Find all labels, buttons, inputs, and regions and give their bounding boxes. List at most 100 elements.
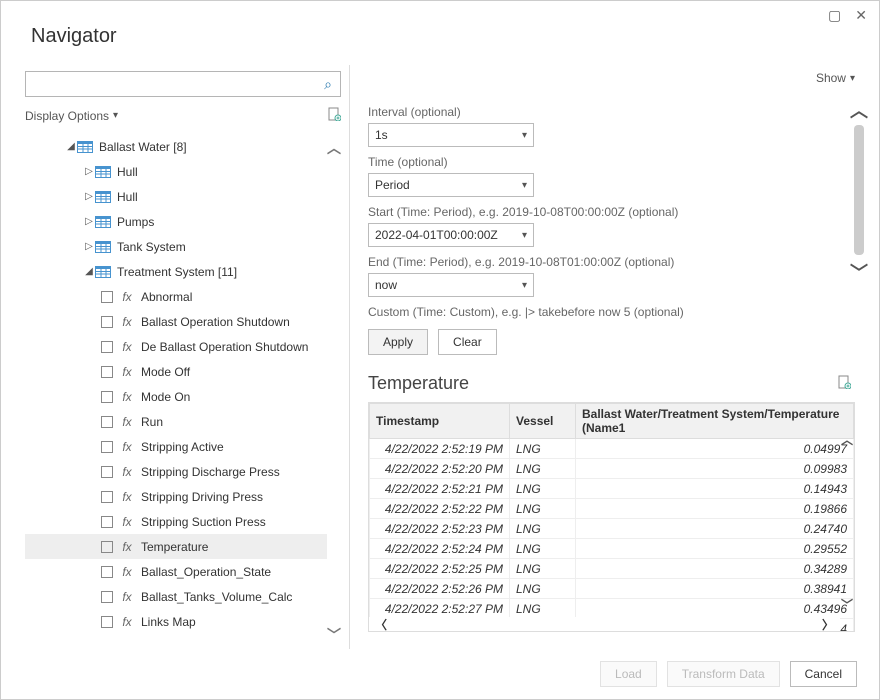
table-row[interactable]: 4/22/2022 2:52:22 PMLNG0.19866 bbox=[370, 499, 854, 519]
tree-item-abnormal[interactable]: fxAbnormal bbox=[25, 284, 327, 309]
table-row[interactable]: 4/22/2022 2:52:19 PMLNG0.04997 bbox=[370, 439, 854, 459]
tree-label: Hull bbox=[117, 165, 138, 179]
scroll-up-icon[interactable]: ︿ bbox=[850, 97, 868, 123]
tree-item-tank-system[interactable]: ▷ Tank System bbox=[25, 234, 327, 259]
scroll-up-icon[interactable]: ︿ bbox=[327, 138, 341, 158]
tree-item-stripping-discharge-press[interactable]: fx Stripping Discharge Press bbox=[25, 459, 327, 484]
clear-button[interactable]: Clear bbox=[438, 329, 497, 355]
caret-down-icon[interactable]: ◢ bbox=[83, 266, 95, 277]
chevron-down-icon: ▾ bbox=[113, 110, 118, 121]
refresh-icon[interactable] bbox=[837, 373, 851, 394]
cancel-button[interactable]: Cancel bbox=[790, 661, 857, 687]
new-page-icon[interactable] bbox=[327, 107, 341, 124]
tree-item-stripping-suction-press[interactable]: fxStripping Suction Press bbox=[25, 509, 327, 534]
checkbox[interactable] bbox=[101, 416, 113, 428]
table-icon bbox=[95, 166, 111, 178]
close-icon[interactable]: ✕ bbox=[855, 7, 867, 24]
maximize-icon[interactable]: ▢ bbox=[828, 7, 841, 24]
tree-item-mode-on[interactable]: fxMode On bbox=[25, 384, 327, 409]
load-button[interactable]: Load bbox=[600, 661, 657, 687]
cell-vessel: LNG bbox=[510, 439, 576, 459]
tree-label: Treatment System [11] bbox=[117, 265, 237, 279]
table-row[interactable]: 4/22/2022 2:52:23 PMLNG0.24740 bbox=[370, 519, 854, 539]
cell-value: 0.38941 bbox=[576, 579, 854, 599]
caret-right-icon[interactable]: ▷ bbox=[83, 216, 95, 227]
tree-item-temperature[interactable]: fxTemperature bbox=[25, 534, 327, 559]
tree-item-links-map[interactable]: fxLinks Map bbox=[25, 609, 327, 634]
fx-icon: fx bbox=[119, 315, 135, 329]
col-temperature[interactable]: Ballast Water/Treatment System/Temperatu… bbox=[576, 404, 854, 439]
interval-combo[interactable]: 1s ▾ bbox=[368, 123, 534, 147]
checkbox[interactable] bbox=[101, 541, 113, 553]
table-row[interactable]: 4/22/2022 2:52:20 PMLNG0.09983 bbox=[370, 459, 854, 479]
tree-item-run[interactable]: fxRun bbox=[25, 409, 327, 434]
table-row[interactable]: 4/22/2022 2:52:26 PMLNG0.38941 bbox=[370, 579, 854, 599]
display-options-dropdown[interactable]: Display Options ▾ bbox=[25, 109, 118, 123]
apply-button[interactable]: Apply bbox=[368, 329, 428, 355]
scroll-right-icon[interactable]: 〉 bbox=[822, 616, 834, 633]
checkbox[interactable] bbox=[101, 366, 113, 378]
tree-item-root[interactable]: ◢ Ballast Water [8] bbox=[25, 134, 327, 159]
custom-label: Custom (Time: Custom), e.g. |> takebefor… bbox=[368, 305, 855, 319]
caret-right-icon[interactable]: ▷ bbox=[83, 191, 95, 202]
tree-label: Stripping Discharge Press bbox=[141, 465, 280, 479]
dialog-footer: Load Transform Data Cancel bbox=[600, 661, 857, 687]
cell-timestamp: 4/22/2022 2:52:25 PM bbox=[370, 559, 510, 579]
caret-right-icon[interactable]: ▷ bbox=[83, 166, 95, 177]
tree-label: Tank System bbox=[117, 240, 186, 254]
search-input[interactable]: ⌕ bbox=[25, 71, 341, 97]
checkbox[interactable] bbox=[101, 441, 113, 453]
checkbox[interactable] bbox=[101, 341, 113, 353]
checkbox[interactable] bbox=[101, 516, 113, 528]
table-row[interactable]: 4/22/2022 2:52:25 PMLNG0.34289 bbox=[370, 559, 854, 579]
tree-item-ballast-tanks-volume-calc[interactable]: fxBallast_Tanks_Volume_Calc bbox=[25, 584, 327, 609]
table-icon bbox=[95, 216, 111, 228]
checkbox[interactable] bbox=[101, 291, 113, 303]
checkbox[interactable] bbox=[101, 566, 113, 578]
start-combo[interactable]: 2022-04-01T00:00:00Z ▾ bbox=[368, 223, 534, 247]
show-dropdown[interactable]: Show ▾ bbox=[368, 71, 855, 85]
transform-data-button[interactable]: Transform Data bbox=[667, 661, 780, 687]
tree-item-hull-2[interactable]: ▷ Hull bbox=[25, 184, 327, 209]
cell-timestamp: 4/22/2022 2:52:24 PM bbox=[370, 539, 510, 559]
scroll-down-icon[interactable]: ﹀ bbox=[327, 625, 341, 645]
search-icon[interactable]: ⌕ bbox=[316, 76, 340, 93]
tree-item-mode-off[interactable]: fxMode Off bbox=[25, 359, 327, 384]
table-row[interactable]: 4/22/2022 2:52:27 PMLNG0.43496 bbox=[370, 599, 854, 619]
main: ⌕ Display Options ▾ ◢ Ballast Water [8] bbox=[25, 65, 855, 649]
tree-scrollbar[interactable]: ︿ ﹀ bbox=[327, 134, 341, 649]
table-row[interactable]: 4/22/2022 2:52:21 PMLNG0.14943 bbox=[370, 479, 854, 499]
tree-item-stripping-driving-press[interactable]: fxStripping Driving Press bbox=[25, 484, 327, 509]
scroll-down-icon[interactable]: ﹀ bbox=[850, 259, 868, 285]
col-vessel[interactable]: Vessel bbox=[510, 404, 576, 439]
col-timestamp[interactable]: Timestamp bbox=[370, 404, 510, 439]
scroll-thumb[interactable] bbox=[854, 125, 864, 255]
checkbox[interactable] bbox=[101, 591, 113, 603]
scroll-left-icon[interactable]: 〈 bbox=[375, 616, 387, 633]
tree-item-de-ballast-operation-shutdown[interactable]: fxDe Ballast Operation Shutdown bbox=[25, 334, 327, 359]
tree-item-ballast-operation-shutdown[interactable]: fxBallast Operation Shutdown bbox=[25, 309, 327, 334]
caret-right-icon[interactable]: ▷ bbox=[83, 241, 95, 252]
end-combo[interactable]: now ▾ bbox=[368, 273, 534, 297]
table-row[interactable]: 4/22/2022 2:52:24 PMLNG0.29552 bbox=[370, 539, 854, 559]
cell-timestamp: 4/22/2022 2:52:22 PM bbox=[370, 499, 510, 519]
checkbox[interactable] bbox=[101, 616, 113, 628]
caret-down-icon[interactable]: ◢ bbox=[65, 141, 77, 152]
checkbox[interactable] bbox=[101, 466, 113, 478]
checkbox[interactable] bbox=[101, 316, 113, 328]
table-hscroll[interactable]: 〈 〉 bbox=[369, 617, 840, 631]
tree-item-pumps[interactable]: ▷ Pumps bbox=[25, 209, 327, 234]
tree-item-ballast-operation-state[interactable]: fxBallast_Operation_State bbox=[25, 559, 327, 584]
tree-label: Mode On bbox=[141, 390, 190, 404]
tree-item-stripping-active[interactable]: fxStripping Active bbox=[25, 434, 327, 459]
checkbox[interactable] bbox=[101, 391, 113, 403]
fx-icon: fx bbox=[119, 465, 135, 479]
fx-icon: fx bbox=[119, 540, 135, 554]
panel-scroll[interactable]: ︿ ﹀ bbox=[851, 95, 867, 649]
tree-item-hull-1[interactable]: ▷ Hull bbox=[25, 159, 327, 184]
cell-timestamp: 4/22/2022 2:52:19 PM bbox=[370, 439, 510, 459]
time-combo[interactable]: Period ▾ bbox=[368, 173, 534, 197]
tree-item-treatment-system[interactable]: ◢ Treatment System [11] bbox=[25, 259, 327, 284]
checkbox[interactable] bbox=[101, 491, 113, 503]
search-field[interactable] bbox=[26, 77, 316, 91]
